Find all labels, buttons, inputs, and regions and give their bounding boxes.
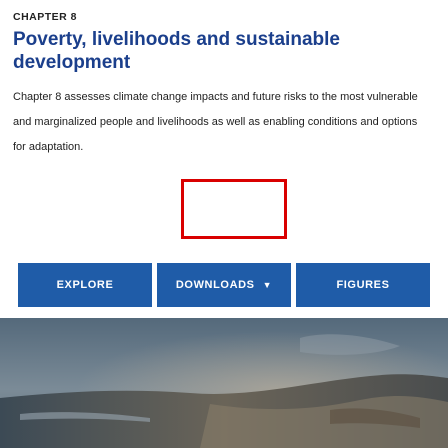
downloads-button[interactable]: DOWNLOADS ▼	[157, 263, 291, 307]
downloads-button-label: DOWNLOADS	[175, 279, 255, 291]
highlight-box	[181, 179, 287, 239]
hero-image	[0, 318, 448, 448]
explore-button[interactable]: EXPLORE	[18, 263, 152, 307]
chapter-eyebrow: CHAPTER 8	[13, 11, 78, 23]
chapter-actions: EXPLORE DOWNLOADS ▼ FIGURES	[18, 263, 430, 309]
chapter-page: CHAPTER 8 Poverty, livelihoods and susta…	[0, 0, 448, 448]
landscape-photo	[0, 318, 448, 448]
figures-button[interactable]: FIGURES	[296, 263, 430, 307]
figures-button-label: FIGURES	[336, 279, 390, 291]
explore-button-label: EXPLORE	[56, 279, 114, 291]
chevron-down-icon: ▼	[262, 279, 273, 290]
chapter-header: CHAPTER 8 Poverty, livelihoods and susta…	[13, 11, 433, 160]
chapter-description: Chapter 8 assesses climate change impact…	[13, 91, 418, 153]
chapter-title: Poverty, livelihoods and sustainable dev…	[13, 29, 340, 73]
